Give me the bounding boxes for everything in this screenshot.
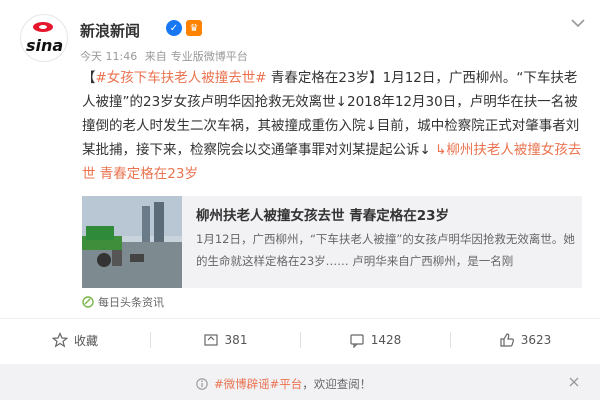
repost-icon: [203, 334, 218, 346]
notice-bar: #微博辟谣#平台，欢迎查阅！: [0, 364, 600, 400]
sina-logo-icon: sina: [26, 22, 63, 55]
article-title[interactable]: 柳州扶老人被撞女孩去世 青春定格在23岁: [196, 204, 449, 224]
post-meta: 今天 11:46 来自 专业版微博平台: [80, 48, 252, 64]
member-icon: ♛: [186, 20, 202, 36]
headline: 青春定格在23岁: [270, 70, 370, 86]
source-label: 每日头条资讯: [98, 296, 164, 309]
author-name[interactable]: 新浪新闻: [80, 20, 140, 41]
article-card[interactable]: 柳州扶老人被撞女孩去世 青春定格在23岁 1月12日，广西柳州，“下车扶老人被撞…: [82, 196, 582, 288]
repost-count: 381: [224, 333, 248, 347]
like-count: 3623: [520, 333, 552, 347]
close-icon[interactable]: [568, 376, 580, 388]
leaf-icon: [82, 296, 94, 308]
info-icon: [196, 378, 208, 390]
post-text: 【#女孩下车扶老人被撞去世# 青春定格在23岁】1月12日，广西柳州。“下车扶老…: [82, 70, 582, 182]
article-link-icon: ↳: [435, 142, 447, 158]
comment-button[interactable]: 1428: [300, 326, 450, 354]
like-button[interactable]: 3623: [450, 326, 600, 354]
source[interactable]: 每日头条资讯: [82, 294, 164, 310]
favorite-label: 收藏: [73, 333, 98, 348]
chevron-down-icon[interactable]: [571, 18, 585, 28]
verified-icon: ✓: [166, 20, 182, 36]
favorite-button[interactable]: 收藏: [0, 326, 150, 354]
via-prefix: 来自: [144, 50, 167, 63]
comment-count: 1428: [370, 333, 402, 347]
comment-icon: [350, 334, 364, 348]
article-thumbnail: [82, 196, 182, 288]
action-bar: 收藏 381 1428 3623: [0, 326, 600, 354]
divider: [0, 318, 600, 319]
via-source[interactable]: 专业版微博平台: [171, 50, 248, 63]
notice-text: #微博辟谣#平台，欢迎查阅！: [196, 376, 371, 392]
avatar-text: sina: [26, 36, 63, 55]
post-time[interactable]: 今天 11:46: [80, 50, 137, 63]
author-badges: ✓ ♛: [166, 20, 202, 36]
post-header: sina 新浪新闻 ✓ ♛ 今天 11:46 来自 专业版微博平台: [20, 14, 585, 70]
avatar[interactable]: sina: [20, 14, 68, 62]
notice-link[interactable]: #微博辟谣#平台: [214, 377, 302, 391]
thumbs-up-icon: [500, 333, 514, 347]
hashtag-link[interactable]: #女孩下车扶老人被撞去世#: [96, 70, 267, 86]
article-excerpt: 1月12日，广西柳州，“下车扶老人被撞”的女孩卢明华因抢救无效离世。她的生命就这…: [196, 232, 575, 268]
notice-suffix: ，欢迎查阅！: [302, 377, 372, 391]
repost-button[interactable]: 381: [150, 326, 300, 354]
star-icon: [51, 332, 68, 348]
